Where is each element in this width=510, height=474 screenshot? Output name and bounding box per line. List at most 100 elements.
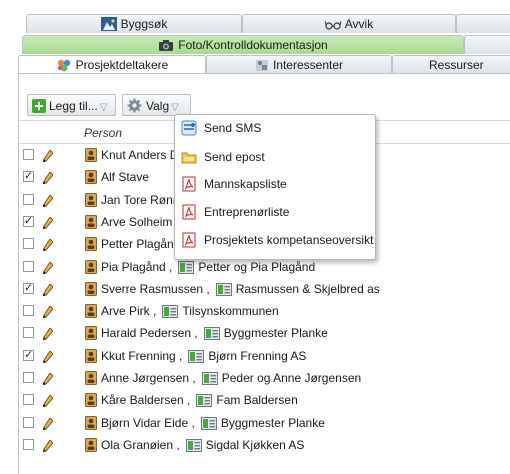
person-name-link[interactable]: Kkut Frenning xyxy=(101,349,176,363)
menu-item-label: Entreprenørliste xyxy=(204,205,290,219)
table-row[interactable]: Anne Jørgensen , Peder og Anne Jørgensen xyxy=(19,368,510,390)
tab-byggsok[interactable]: Byggsøk xyxy=(26,14,242,33)
person-name-link[interactable]: Arve Solheim xyxy=(101,215,172,229)
edit-pencil-icon[interactable] xyxy=(42,305,54,321)
company-name-link[interactable]: Fam Baldersen xyxy=(216,393,297,407)
participant-cell: Petter Plagån xyxy=(85,237,174,254)
tab-row-bottom: Prosjektdeltakere Interessenter Ressurse… xyxy=(0,55,510,76)
person-card-icon xyxy=(85,192,97,210)
row-checkbox[interactable] xyxy=(23,149,34,160)
participant-cell: Harald Pedersen , Byggmester Planke xyxy=(85,326,328,343)
separator: , xyxy=(191,326,198,341)
tab-label: Ressurser xyxy=(429,58,484,72)
row-checkbox[interactable] xyxy=(23,372,34,383)
person-card-icon xyxy=(85,214,97,232)
edit-pencil-icon[interactable] xyxy=(42,350,54,366)
tab-ressurser[interactable]: Ressurser xyxy=(392,55,510,74)
edit-pencil-icon[interactable] xyxy=(42,149,54,165)
person-name-link[interactable]: Harald Pedersen xyxy=(101,326,191,340)
tab-extra[interactable] xyxy=(456,14,510,33)
participant-cell: Pia Plagånd , Petter og Pia Plagånd xyxy=(85,259,315,277)
company-name-link[interactable]: Peder og Anne Jørgensen xyxy=(222,371,361,385)
edit-pencil-icon[interactable] xyxy=(42,283,54,299)
person-name-link[interactable]: Pia Plagånd xyxy=(101,260,166,274)
edit-pencil-icon[interactable] xyxy=(42,216,54,232)
edit-pencil-icon[interactable] xyxy=(42,439,54,455)
company-card-icon xyxy=(196,394,213,410)
edit-pencil-icon[interactable] xyxy=(42,372,54,388)
company-card-icon xyxy=(162,305,179,321)
row-checkbox[interactable] xyxy=(23,416,34,428)
tab-avvik[interactable]: Avvik xyxy=(242,14,456,33)
menu-item-label: Send SMS xyxy=(204,121,262,135)
participant-cell: Arve Solheim xyxy=(85,214,172,232)
row-checkbox[interactable] xyxy=(23,327,34,339)
company-name-link[interactable]: Sigdal Kjøkken AS xyxy=(206,438,305,452)
company-name-link[interactable]: Byggmester Planke xyxy=(224,326,328,340)
edit-pencil-icon[interactable] xyxy=(42,394,54,410)
row-checkbox[interactable]: ✓ xyxy=(23,215,34,227)
edit-pencil-icon[interactable] xyxy=(42,171,54,187)
table-row[interactable]: Kåre Baldersen , Fam Baldersen xyxy=(19,390,510,412)
participant-cell: Bjørn Vidar Eide , Byggmester Planke xyxy=(85,415,325,433)
separator: , xyxy=(149,304,157,319)
company-name-link[interactable]: Rasmussen & Skjelbred as xyxy=(236,282,380,296)
table-row[interactable]: Arve Pirk , Tilsynskommunen xyxy=(19,301,510,323)
participant-cell: Anne Jørgensen , Peder og Anne Jørgensen xyxy=(85,371,361,388)
pdf-icon xyxy=(182,232,196,248)
company-name-link[interactable]: Byggmester Planke xyxy=(221,416,325,430)
person-name-link[interactable]: Knut Anders D xyxy=(101,148,178,162)
person-name-link[interactable]: Kåre Baldersen xyxy=(101,393,184,407)
pdf-icon xyxy=(182,204,196,220)
participant-cell: Kåre Baldersen , Fam Baldersen xyxy=(85,393,298,410)
person-card-icon xyxy=(85,393,97,410)
separator: , xyxy=(165,259,173,274)
edit-pencil-icon[interactable] xyxy=(42,260,54,277)
row-checkbox[interactable] xyxy=(23,305,34,317)
column-header-person[interactable]: Person xyxy=(84,126,122,140)
row-checkbox[interactable]: ✓ xyxy=(23,349,34,361)
people-group-icon xyxy=(57,59,70,72)
row-checkbox[interactable] xyxy=(23,260,34,272)
company-name-link[interactable]: Bjørn Frenning AS xyxy=(208,349,306,363)
person-name-link[interactable]: Bjørn Vidar Eide xyxy=(101,416,188,430)
person-name-link[interactable]: Arve Pirk xyxy=(101,304,150,318)
person-name-link[interactable]: Petter Plagån xyxy=(101,237,174,251)
row-checkbox[interactable] xyxy=(23,438,34,450)
tab-row-top: Byggsøk Avvik xyxy=(0,14,510,34)
row-checkbox[interactable]: ✓ xyxy=(23,171,34,183)
company-name-link[interactable]: Petter og Pia Plagånd xyxy=(198,260,315,274)
table-row[interactable]: ✓ Sverre Rasmussen , Rasmussen & Skjelbred… xyxy=(19,279,510,301)
company-card-icon xyxy=(200,416,217,433)
person-card-icon xyxy=(85,415,97,433)
options-button[interactable]: Valg ▽ xyxy=(122,94,191,116)
company-name-link[interactable]: Tilsynskommunen xyxy=(182,304,278,318)
person-name-link[interactable]: Sverre Rasmussen xyxy=(101,282,203,296)
tab-interessenter[interactable]: Interessenter xyxy=(206,55,392,74)
table-row[interactable]: Bjørn Vidar Eide , Byggmester Planke xyxy=(19,413,510,435)
row-checkbox[interactable] xyxy=(23,193,34,205)
tab-foto-kontrolldokumentasjon[interactable]: Foto/Kontrolldokumentasjon xyxy=(22,35,464,54)
tab-label: Avvik xyxy=(344,17,374,31)
table-row[interactable]: ✓ Kkut Frenning , Bjørn Frenning AS xyxy=(19,346,510,368)
table-row[interactable]: Ola Granøien , Sigdal Kjøkken AS xyxy=(19,435,510,457)
add-button-label: Legg til... xyxy=(49,99,98,113)
edit-pencil-icon[interactable] xyxy=(42,238,54,254)
tab-extra-2[interactable] xyxy=(464,35,510,54)
row-checkbox[interactable]: ✓ xyxy=(23,282,34,294)
add-button[interactable]: Legg til... ▽ xyxy=(27,94,116,116)
person-name-link[interactable]: Anne Jørgensen xyxy=(101,371,189,385)
edit-pencil-icon[interactable] xyxy=(42,416,54,433)
row-checkbox[interactable] xyxy=(23,238,34,250)
person-name-link[interactable]: Jan Tore Rønn xyxy=(101,193,180,207)
person-name-link[interactable]: Alf Stave xyxy=(101,170,149,184)
pdf-icon xyxy=(182,176,196,192)
edit-pencil-icon[interactable] xyxy=(42,327,54,343)
edit-pencil-icon[interactable] xyxy=(42,193,54,210)
company-card-icon xyxy=(178,260,195,277)
row-checkbox[interactable] xyxy=(23,394,34,406)
participant-cell: Knut Anders D xyxy=(85,148,178,165)
person-name-link[interactable]: Ola Granøien xyxy=(101,438,173,452)
tab-label: Foto/Kontrolldokumentasjon xyxy=(178,38,328,52)
table-row[interactable]: Harald Pedersen , Byggmester Planke xyxy=(19,323,510,345)
